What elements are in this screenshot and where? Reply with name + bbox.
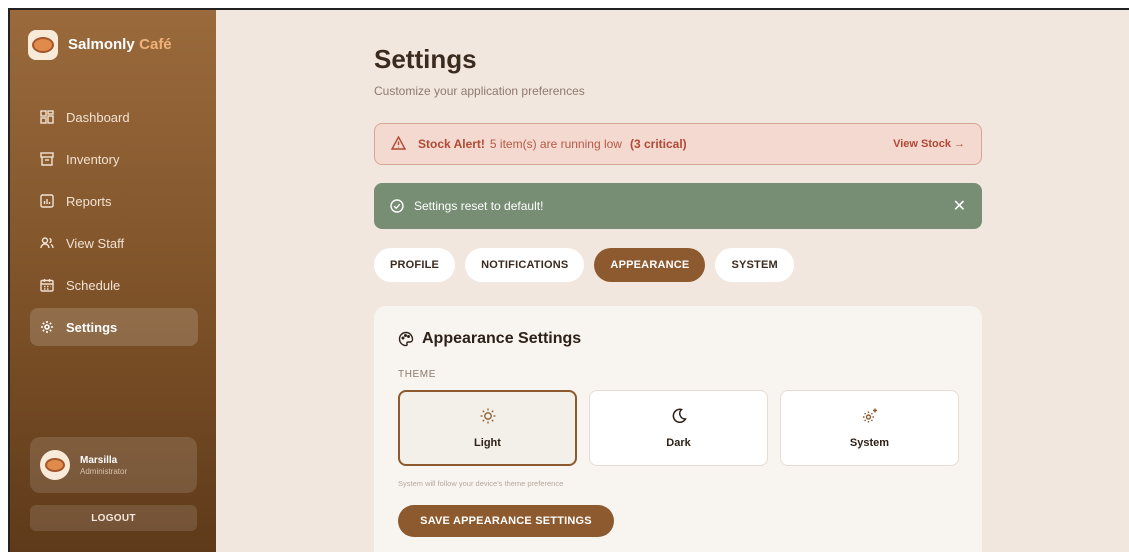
logout-button[interactable]: LOGOUT (30, 505, 197, 531)
appearance-panel: Appearance Settings THEME Light Dark Sys… (374, 306, 982, 552)
theme-hint: System will follow your device's theme p… (398, 479, 564, 488)
archive-icon (40, 152, 54, 166)
sidebar-item-label: Settings (66, 319, 118, 335)
sidebar-item-inventory[interactable]: Inventory (30, 140, 198, 178)
toast-message: Settings reset to default! (414, 199, 544, 213)
sidebar-nav: Dashboard Inventory Reports View Staff S… (30, 98, 198, 350)
sidebar-item-label: Dashboard (66, 109, 130, 125)
sidebar-item-schedule[interactable]: Schedule (30, 266, 198, 304)
user-card[interactable]: Marsilla Administrator (30, 437, 197, 493)
theme-label: THEME (398, 369, 436, 380)
settings-tabs: PROFILE NOTIFICATIONS APPEARANCE SYSTEM (374, 248, 794, 282)
alert-title: Stock Alert! (418, 137, 485, 151)
page-subtitle: Customize your application preferences (374, 84, 585, 98)
user-info: Marsilla Administrator (80, 455, 127, 476)
users-icon (40, 236, 54, 250)
theme-option-dark[interactable]: Dark (589, 390, 768, 466)
sidebar-item-view-staff[interactable]: View Staff (30, 224, 198, 262)
sidebar-item-dashboard[interactable]: Dashboard (30, 98, 198, 136)
gear-sparkle-icon (861, 407, 879, 425)
warning-icon (390, 135, 407, 153)
tab-system[interactable]: SYSTEM (715, 248, 794, 282)
gear-icon (40, 320, 54, 334)
salmon-logo-icon (45, 458, 65, 472)
sidebar-item-label: View Staff (66, 235, 125, 251)
brand-name: Salmonly Café (68, 36, 172, 54)
sidebar-item-reports[interactable]: Reports (30, 182, 198, 220)
brand-name-accent: Café (139, 36, 172, 53)
app-window: Salmonly Café Dashboard Inventory Report… (8, 8, 1129, 552)
theme-option-system[interactable]: System (780, 390, 959, 466)
theme-options: Light Dark System (398, 390, 959, 466)
tab-notifications[interactable]: NOTIFICATIONS (465, 248, 585, 282)
salmon-logo-icon (32, 37, 54, 53)
panel-title: Appearance Settings (422, 330, 582, 347)
panel-header: Appearance Settings (398, 330, 581, 348)
view-stock-link[interactable]: View Stock → (893, 138, 965, 150)
tab-profile[interactable]: PROFILE (374, 248, 456, 282)
alert-message: 5 item(s) are running low (489, 137, 622, 151)
stock-alert-banner: Stock Alert! 5 item(s) are running low (… (374, 123, 982, 165)
close-icon[interactable]: ✕ (953, 196, 966, 216)
avatar (40, 450, 70, 480)
brand[interactable]: Salmonly Café (28, 30, 172, 60)
theme-option-label: Light (474, 437, 501, 449)
check-circle-icon (390, 199, 404, 213)
sun-icon (479, 407, 497, 425)
theme-option-light[interactable]: Light (398, 390, 577, 466)
screenshot-frame: Salmonly Café Dashboard Inventory Report… (0, 0, 1129, 552)
sidebar-item-label: Schedule (66, 277, 121, 293)
tab-appearance[interactable]: APPEARANCE (594, 248, 706, 282)
dashboard-icon (40, 110, 54, 124)
brand-logo (28, 30, 58, 60)
sidebar-item-settings[interactable]: Settings (30, 308, 198, 346)
success-toast: Settings reset to default! ✕ (374, 183, 982, 229)
sidebar: Salmonly Café Dashboard Inventory Report… (10, 10, 216, 552)
theme-option-label: Dark (666, 437, 691, 449)
brand-name-text: Salmonly (68, 36, 135, 53)
palette-icon (398, 331, 414, 347)
user-role: Administrator (80, 466, 128, 476)
page-title: Settings (374, 44, 477, 74)
user-name: Marsilla (80, 454, 118, 466)
moon-icon (670, 407, 688, 425)
sidebar-item-label: Reports (66, 193, 112, 209)
calendar-icon (40, 278, 54, 292)
alert-critical-count: (3 critical) (629, 137, 687, 151)
theme-option-label: System (849, 437, 890, 449)
chart-icon (40, 194, 54, 208)
sidebar-item-label: Inventory (66, 151, 120, 167)
save-appearance-button[interactable]: SAVE APPEARANCE SETTINGS (398, 505, 614, 537)
